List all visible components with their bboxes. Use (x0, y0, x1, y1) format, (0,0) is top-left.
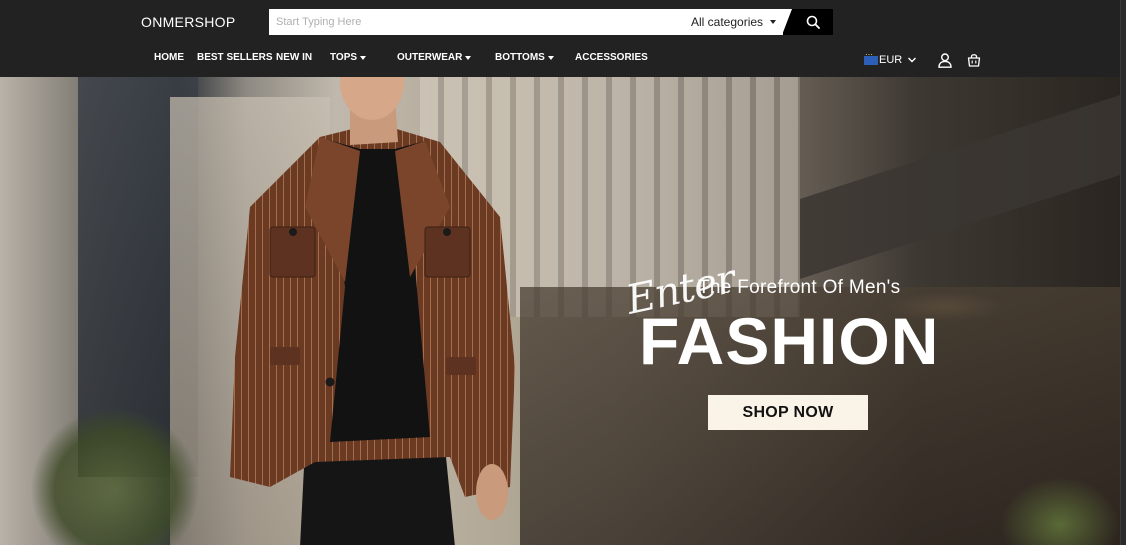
flag-icon (864, 50, 878, 65)
nav-new-in-label: NEW IN (276, 52, 313, 63)
caret-down-icon (547, 55, 554, 60)
shop-now-button[interactable]: SHOP NOW (708, 395, 868, 430)
nav-bottoms-label: BOTTOMS (495, 52, 545, 63)
cart-button[interactable] (967, 53, 981, 67)
site-header: ONMERSHOP All categories HOME BEST SELLE… (0, 0, 1120, 77)
nav-home[interactable]: HOME (154, 52, 184, 63)
page-scrollbar[interactable] (1120, 0, 1126, 545)
currency-selector[interactable]: EUR (864, 50, 917, 66)
search-icon (806, 15, 820, 29)
nav-outerwear[interactable]: OUTERWEAR (397, 52, 472, 63)
nav-outerwear-label: OUTERWEAR (397, 52, 463, 63)
search-button[interactable] (782, 9, 833, 35)
nav-tops[interactable]: TOPS (330, 52, 367, 63)
currency-label: EUR (879, 54, 903, 66)
user-icon (938, 52, 952, 68)
hero-banner: Enter The Forefront Of Men's FASHION SHO… (0, 77, 1120, 545)
background-awning (800, 95, 1120, 279)
hero-title: FASHION (639, 304, 940, 378)
chevron-down-icon (908, 57, 917, 63)
nav-best-sellers[interactable]: BEST SELLERS (197, 52, 273, 63)
nav-home-label: HOME (154, 52, 184, 63)
nav-accessories[interactable]: ACCESSORIES (575, 52, 648, 63)
nav-accessories-label: ACCESSORIES (575, 52, 648, 63)
nav-tops-label: TOPS (330, 52, 358, 63)
header-utilities: EUR (864, 50, 981, 69)
nav-bottoms[interactable]: BOTTOMS (495, 52, 554, 63)
category-select[interactable]: All categories (678, 9, 783, 35)
hero-subtitle: The Forefront Of Men's (698, 277, 901, 298)
nav-best-sellers-label: BEST SELLERS (197, 52, 273, 63)
background-foliage (30, 407, 200, 545)
caret-down-icon (770, 20, 777, 24)
shopping-bag-icon (968, 54, 981, 67)
site-logo[interactable]: ONMERSHOP (141, 14, 236, 30)
hero-model-image (230, 77, 515, 545)
nav-new-in[interactable]: NEW IN (276, 52, 312, 63)
search-bar: All categories (269, 9, 833, 35)
search-input[interactable] (269, 9, 678, 35)
account-button[interactable] (938, 52, 952, 68)
category-select-label: All categories (691, 15, 764, 29)
background-foliage (1000, 477, 1120, 545)
caret-down-icon (465, 55, 472, 60)
caret-down-icon (360, 55, 367, 60)
